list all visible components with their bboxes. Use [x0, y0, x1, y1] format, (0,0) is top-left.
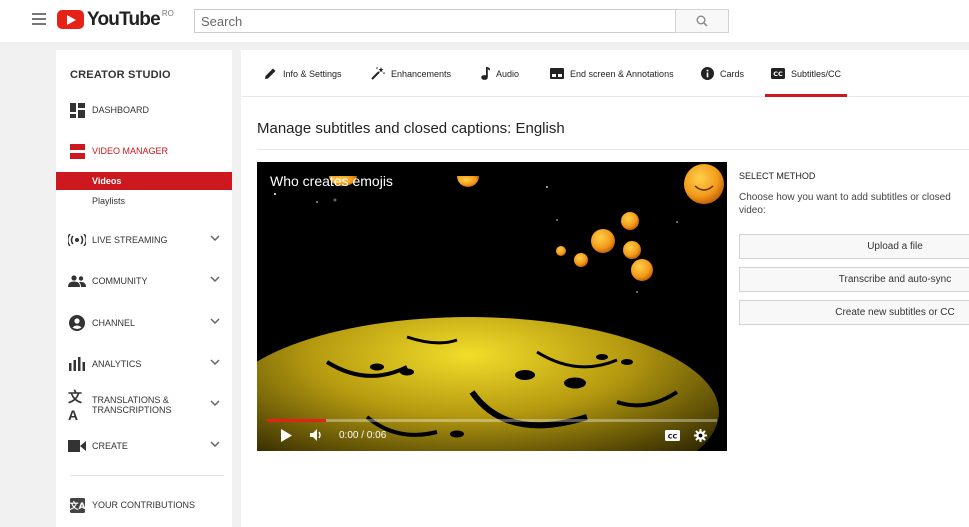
cc-icon: CC — [771, 68, 785, 79]
sidebar-item-label: ANALYTICS — [92, 359, 142, 369]
chevron-down-icon[interactable] — [210, 235, 220, 241]
search-input[interactable]: Search — [194, 9, 676, 33]
logo-country-code: RO — [161, 9, 174, 18]
page-title: Manage subtitles and closed captions: En… — [257, 120, 565, 137]
tab-label: Info & Settings — [283, 68, 342, 79]
live-streaming-icon — [68, 231, 86, 249]
create-icon — [68, 437, 86, 455]
tab-audio[interactable]: Audio — [481, 50, 519, 97]
tab-label: Subtitles/CC — [791, 68, 842, 79]
search-icon — [696, 15, 708, 27]
tab-label: Audio — [496, 68, 520, 79]
sidebar-item-label: TRANSLATIONS & TRANSCRIPTIONS — [92, 395, 172, 415]
logo-text: YouTube — [87, 9, 161, 30]
cc-icon: CC — [664, 429, 680, 441]
svg-text:文A: 文A — [70, 500, 85, 512]
youtube-logo[interactable]: YouTube RO — [57, 10, 174, 29]
channel-icon — [68, 314, 86, 332]
volume-button[interactable] — [309, 428, 325, 442]
sidebar-item-label: DASHBOARD — [92, 105, 150, 115]
sidebar-title: CREATOR STUDIO — [70, 69, 171, 81]
community-icon — [68, 272, 86, 290]
sidebar-item-translations[interactable]: 文A TRANSLATIONS & TRANSCRIPTIONS — [56, 389, 232, 423]
analytics-icon — [68, 355, 86, 373]
time-display: 0:00 / 0:06 — [339, 430, 387, 441]
menu-icon[interactable] — [32, 13, 46, 25]
upload-file-button[interactable]: Upload a file — [739, 234, 969, 259]
captions-button[interactable]: CC — [664, 429, 680, 441]
sidebar-item-label: LIVE STREAMING — [92, 235, 168, 245]
tab-cards[interactable]: Cards — [701, 50, 744, 97]
svg-text:CC: CC — [773, 70, 783, 78]
select-method-heading: SELECT METHOD — [739, 171, 816, 181]
chevron-down-icon[interactable] — [210, 400, 220, 406]
sidebar-item-create[interactable]: CREATE — [56, 431, 232, 461]
sidebar-item-label: CHANNEL — [92, 318, 136, 328]
sidebar-item-label: COMMUNITY — [92, 276, 148, 286]
end-screen-icon — [550, 68, 564, 79]
video-player[interactable]: Who creates emojis 0:00 / 0:06 CC — [257, 162, 727, 451]
translate-icon: 文A — [68, 389, 82, 423]
chevron-down-icon[interactable] — [210, 441, 220, 447]
video-title: Who creates emojis — [270, 173, 393, 189]
sidebar-item-label: YOUR CONTRIBUTIONS — [92, 500, 196, 510]
play-button[interactable] — [279, 428, 293, 442]
contributions-icon: 文A — [68, 496, 86, 514]
tab-enhancements[interactable]: Enhancements — [371, 50, 451, 97]
video-manager-icon — [68, 142, 86, 160]
sidebar-item-label: VIDEO MANAGER — [92, 146, 169, 156]
gear-icon — [693, 428, 707, 442]
video-frame-smiley-scene — [257, 162, 727, 451]
sidebar-item-live-streaming[interactable]: LIVE STREAMING — [56, 225, 232, 255]
sidebar-item-dashboard[interactable]: DASHBOARD — [56, 95, 232, 125]
tab-subtitles-cc[interactable]: CC Subtitles/CC — [764, 50, 848, 97]
sidebar-subitem-videos[interactable]: Videos — [56, 172, 232, 190]
settings-button[interactable] — [693, 428, 707, 442]
chevron-down-icon[interactable] — [210, 359, 220, 365]
sidebar-divider — [70, 475, 224, 476]
transcribe-auto-sync-button[interactable]: Transcribe and auto-sync — [739, 267, 969, 292]
tab-label: Cards — [720, 68, 745, 79]
youtube-play-icon — [57, 10, 84, 29]
sidebar-item-label: CREATE — [92, 441, 128, 451]
progress-bar[interactable] — [267, 419, 717, 422]
info-icon — [701, 67, 714, 80]
music-note-icon — [481, 67, 490, 80]
volume-icon — [310, 429, 321, 441]
main-content: Info & Settings Enhancements Audio End s… — [241, 50, 969, 527]
video-edit-tabs: Info & Settings Enhancements Audio End s… — [241, 50, 969, 97]
creator-studio-sidebar: CREATOR STUDIO DASHBOARD VIDEO MANAGER V… — [56, 50, 232, 527]
select-method-description: Choose how you want to add subtitles or … — [739, 192, 951, 216]
chevron-down-icon[interactable] — [210, 318, 220, 324]
sidebar-subitem-label: Playlists — [92, 196, 126, 206]
sidebar-subitem-playlists[interactable]: Playlists — [56, 192, 232, 210]
top-bar: YouTube RO Search — [0, 0, 969, 42]
search-button[interactable] — [675, 9, 729, 33]
tab-label: End screen & Annotations — [570, 68, 674, 79]
create-new-subtitles-button[interactable]: Create new subtitles or CC — [739, 300, 969, 325]
sidebar-subitem-label: Videos — [92, 176, 122, 186]
tab-info-settings[interactable]: Info & Settings — [264, 50, 342, 97]
sidebar-item-your-contributions[interactable]: 文A YOUR CONTRIBUTIONS — [56, 490, 232, 520]
title-divider — [257, 149, 969, 150]
play-icon — [280, 428, 292, 442]
tab-end-screen[interactable]: End screen & Annotations — [550, 50, 674, 97]
sidebar-item-analytics[interactable]: ANALYTICS — [56, 349, 232, 379]
pencil-icon — [264, 67, 277, 80]
sidebar-item-community[interactable]: COMMUNITY — [56, 266, 232, 296]
svg-text:CC: CC — [667, 432, 677, 440]
sidebar-item-video-manager[interactable]: VIDEO MANAGER — [56, 136, 232, 166]
chevron-down-icon[interactable] — [210, 276, 220, 282]
sidebar-item-channel[interactable]: CHANNEL — [56, 308, 232, 338]
dashboard-icon — [68, 101, 86, 119]
progress-fill — [267, 419, 326, 422]
magic-wand-icon — [371, 67, 385, 80]
tab-label: Enhancements — [391, 68, 452, 79]
